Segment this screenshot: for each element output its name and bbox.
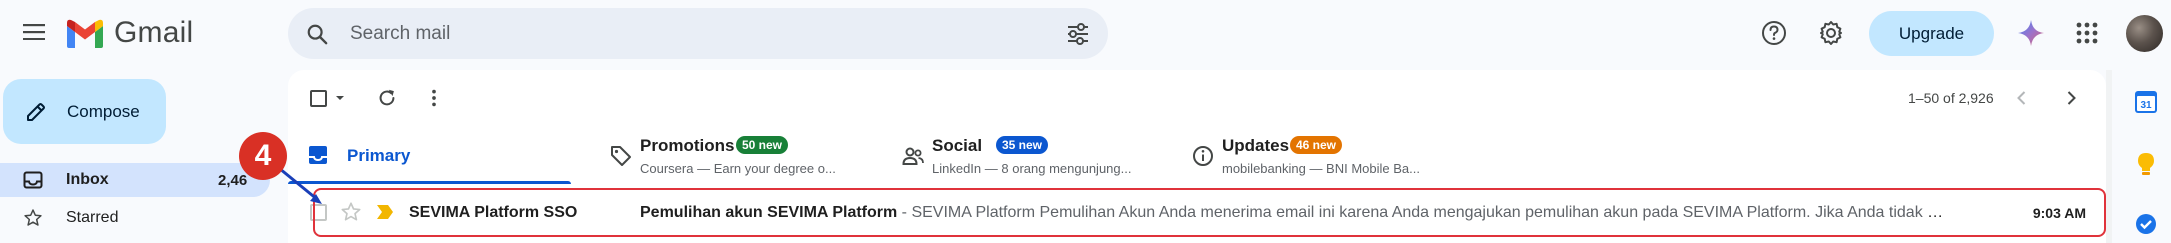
chevron-left-icon[interactable] [2012, 88, 2032, 108]
new-count-badge: 50 new [736, 136, 789, 154]
inbox-icon [23, 170, 43, 190]
row-checkbox[interactable] [310, 204, 327, 221]
help-icon [1762, 21, 1786, 45]
more-vert-icon[interactable] [423, 87, 445, 109]
gemini-sparkle-icon [2018, 20, 2044, 46]
search-icon[interactable] [306, 23, 328, 45]
calendar-app-button[interactable]: 31 [2134, 90, 2158, 114]
apps-grid-icon [2076, 22, 2098, 44]
email-sender: SEVIMA Platform SSO [409, 204, 578, 221]
tab-updates[interactable]: Updates 46 new mobilebanking — BNI Mobil… [1172, 124, 1452, 184]
search-bar[interactable] [288, 8, 1108, 59]
tab-snippet: Coursera — Earn your degree o... [640, 161, 836, 176]
google-apps-button[interactable] [2073, 19, 2101, 47]
hamburger-icon [23, 24, 45, 40]
annotation-step-badge: 4 [239, 132, 287, 180]
tag-icon [611, 146, 631, 166]
tab-promotions[interactable]: Promotions 50 new Coursera — Earn your d… [590, 124, 870, 184]
new-count-badge: 35 new [996, 136, 1049, 154]
sidebar-item-starred[interactable]: Starred [0, 201, 270, 235]
email-time: 9:03 AM [2032, 205, 2086, 221]
tab-label: Promotions [640, 136, 735, 155]
unread-count: 2,46 [218, 171, 248, 189]
pagination-range: 1–50 of 2,926 [1908, 90, 1994, 106]
pencil-icon [27, 102, 45, 121]
keep-lightbulb-icon [2138, 153, 2154, 175]
sidebar-item-inbox[interactable]: Inbox 2,46 [0, 163, 270, 197]
people-icon [902, 147, 924, 165]
sidebar-item-label: Inbox [66, 171, 109, 188]
refresh-icon[interactable] [376, 87, 398, 109]
sidebar-item-label: Starred [66, 209, 119, 226]
calendar-icon: 31 [2135, 91, 2157, 113]
keep-app-button[interactable] [2134, 151, 2158, 177]
important-marker-icon[interactable] [376, 204, 394, 220]
subject-separator: - [897, 204, 912, 221]
email-snippet: SEVIMA Platform Pemulihan Akun Anda mene… [911, 204, 1950, 221]
chevron-right-icon[interactable] [2061, 88, 2081, 108]
tab-label: Primary [347, 146, 411, 165]
select-all-checkbox[interactable] [310, 90, 327, 107]
email-subject: Pemulihan akun SEVIMA Platform [640, 204, 898, 221]
inbox-tab-icon [309, 146, 327, 164]
gmail-m-icon [67, 19, 103, 48]
tasks-icon [2136, 214, 2156, 234]
gear-icon [1820, 21, 1842, 45]
search-options-icon[interactable] [1066, 22, 1090, 45]
compose-button[interactable]: Compose [3, 79, 166, 144]
select-caret-icon[interactable] [334, 92, 346, 104]
gemini-button[interactable] [2016, 18, 2046, 48]
compose-label: Compose [67, 101, 140, 121]
tab-snippet: LinkedIn — 8 orang mengunjung... [932, 161, 1132, 176]
info-icon [1193, 146, 1213, 166]
calendar-day: 31 [2140, 100, 2152, 111]
tab-snippet: mobilebanking — BNI Mobile Ba... [1222, 161, 1420, 176]
star-outline-icon[interactable] [340, 201, 362, 223]
star-outline-icon [23, 208, 43, 228]
search-input[interactable] [350, 8, 1066, 59]
email-preview: Pemulihan akun SEVIMA Platform - SEVIMA … [640, 204, 1950, 222]
app-name: Gmail [114, 16, 194, 49]
gmail-logo[interactable]: Gmail [66, 15, 193, 51]
main-menu-button[interactable] [22, 20, 46, 44]
tab-label: Social [932, 136, 983, 155]
account-avatar[interactable] [2126, 15, 2163, 52]
new-count-badge: 46 new [1290, 136, 1343, 154]
email-row[interactable]: SEVIMA Platform SSO Pemulihan akun SEVIM… [288, 193, 2106, 233]
tab-primary[interactable]: Primary [288, 124, 573, 184]
tab-active-indicator [288, 181, 571, 184]
tasks-app-button[interactable] [2134, 212, 2158, 236]
tab-label: Updates [1222, 136, 1290, 155]
support-button[interactable] [1758, 17, 1790, 49]
tab-social[interactable]: Social 35 new LinkedIn — 8 orang mengunj… [882, 124, 1162, 184]
upgrade-button[interactable]: Upgrade [1869, 11, 1994, 56]
settings-button[interactable] [1815, 17, 1847, 49]
